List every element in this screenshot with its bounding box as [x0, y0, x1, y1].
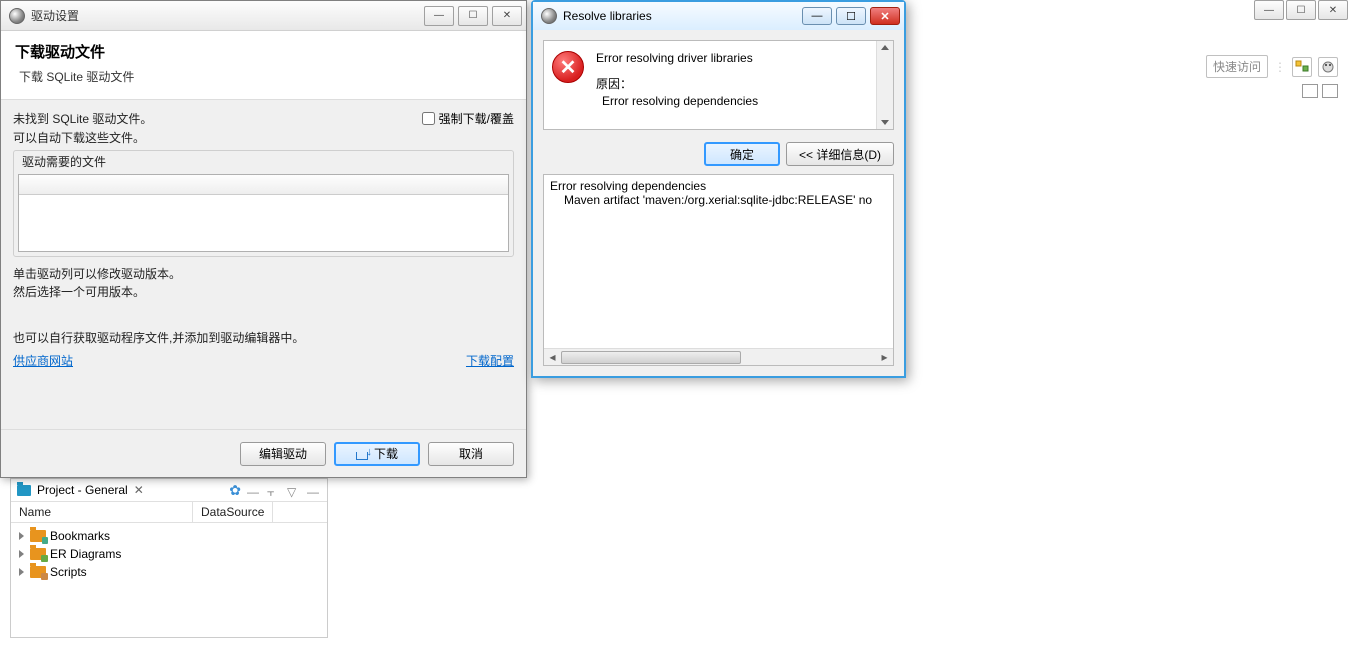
quick-access-field[interactable]: 快速访问: [1206, 55, 1268, 78]
expand-icon[interactable]: [19, 532, 24, 540]
can-auto-label: 可以自动下载这些文件。: [13, 129, 514, 146]
driver-dialog-titlebar[interactable]: 驱动设置 — ☐ ✕: [1, 1, 526, 31]
panel-minimize-icon[interactable]: —: [307, 485, 321, 495]
bg-close-button[interactable]: ✕: [1318, 0, 1348, 20]
dialog-footer: 编辑驱动 下载 取消: [1, 429, 526, 477]
folder-icon: [30, 566, 46, 578]
editor-maximize-icon[interactable]: [1322, 84, 1338, 98]
maximize-button[interactable]: ☐: [836, 7, 866, 25]
tab-close-icon[interactable]: ✕: [134, 483, 144, 497]
expand-icon[interactable]: [19, 568, 24, 576]
cancel-button[interactable]: 取消: [428, 442, 514, 466]
gear-icon[interactable]: ✿: [229, 482, 241, 499]
error-icon: ✕: [552, 51, 584, 83]
required-files-list[interactable]: [18, 174, 509, 252]
vendor-site-link[interactable]: 供应商网站: [13, 352, 73, 369]
details-line: Maven artifact 'maven:/org.xerial:sqlite…: [550, 193, 887, 207]
project-columns-header: Name DataSource: [11, 501, 327, 523]
reason-label: 原因：: [596, 75, 867, 92]
not-found-label: 未找到 SQLite 驱动文件。: [13, 110, 152, 127]
editor-minimize-icon[interactable]: [1302, 84, 1318, 98]
scroll-left-icon[interactable]: ◂: [544, 349, 561, 365]
folder-icon: [30, 530, 46, 542]
download-config-link[interactable]: 下载配置: [466, 352, 514, 369]
download-icon: [356, 448, 370, 460]
hint-text: 单击驱动列可以修改驱动版本。 然后选择一个可用版本。: [13, 265, 514, 301]
tree-item-label: Scripts: [50, 565, 87, 579]
close-button[interactable]: ✕: [870, 7, 900, 25]
panel-action-icon-1[interactable]: —: [247, 485, 261, 495]
driver-dialog-title: 驱动设置: [31, 7, 422, 24]
column-datasource[interactable]: DataSource: [193, 502, 273, 522]
force-download-label: 强制下载/覆盖: [439, 110, 514, 127]
panel-action-icon-2[interactable]: ⫟: [267, 485, 281, 495]
project-tab-label: Project - General: [37, 483, 128, 497]
error-title: Error resolving driver libraries: [596, 51, 867, 65]
tree-item-label: Bookmarks: [50, 529, 110, 543]
horizontal-scrollbar[interactable]: ◂ ▸: [544, 348, 893, 365]
minimize-button[interactable]: —: [424, 6, 454, 26]
dialog-header: 下载驱动文件 下载 SQLite 驱动文件: [1, 31, 526, 100]
column-name[interactable]: Name: [11, 502, 193, 522]
app-icon: [9, 8, 25, 24]
tree-item[interactable]: ER Diagrams: [15, 545, 323, 563]
force-download-checkbox-input[interactable]: [422, 112, 435, 125]
tree-item[interactable]: Scripts: [15, 563, 323, 581]
bg-minimize-button[interactable]: —: [1254, 0, 1284, 20]
expand-icon[interactable]: [19, 550, 24, 558]
scroll-right-icon[interactable]: ▸: [876, 349, 893, 365]
header-title: 下载驱动文件: [15, 41, 512, 62]
app-icon: [541, 8, 557, 24]
hint-text-2: 也可以自行获取驱动程序文件,并添加到驱动编辑器中。: [13, 329, 514, 346]
download-button[interactable]: 下载: [334, 442, 420, 466]
folder-icon: [30, 548, 46, 560]
details-line: Error resolving dependencies: [550, 179, 887, 193]
folder-icon: [17, 485, 31, 496]
toolbar-right: 快速访问 ⋮: [1206, 55, 1338, 78]
project-tree: Bookmarks ER Diagrams Scripts: [11, 523, 327, 585]
header-subtitle: 下载 SQLite 驱动文件: [15, 68, 512, 85]
minimize-button[interactable]: —: [802, 7, 832, 25]
project-tab[interactable]: Project - General ✕ ✿ — ⫟ ▽ —: [11, 479, 327, 501]
required-files-group: 驱动需要的文件: [13, 150, 514, 257]
details-button[interactable]: << 详细信息(D): [786, 142, 894, 166]
close-button[interactable]: ✕: [492, 6, 522, 26]
panel-action-icon-3[interactable]: ▽: [287, 485, 301, 495]
perspective-icon-1[interactable]: [1292, 57, 1312, 77]
tree-item-label: ER Diagrams: [50, 547, 121, 561]
edit-driver-button[interactable]: 编辑驱动: [240, 442, 326, 466]
resolve-dialog-title: Resolve libraries: [563, 9, 800, 23]
ok-button[interactable]: 确定: [704, 142, 780, 166]
maximize-button[interactable]: ☐: [458, 6, 488, 26]
scroll-thumb[interactable]: [561, 351, 741, 364]
resolve-libraries-dialog: Resolve libraries — ☐ ✕ ✕ Error resolvin…: [531, 0, 906, 378]
resolve-dialog-titlebar[interactable]: Resolve libraries — ☐ ✕: [533, 2, 904, 30]
vertical-scrollbar[interactable]: [876, 41, 893, 129]
project-panel: Project - General ✕ ✿ — ⫟ ▽ — Name DataS…: [10, 478, 328, 638]
tree-item[interactable]: Bookmarks: [15, 527, 323, 545]
driver-settings-dialog: 驱动设置 — ☐ ✕ 下载驱动文件 下载 SQLite 驱动文件 未找到 SQL…: [0, 0, 527, 478]
bg-maximize-button[interactable]: ☐: [1286, 0, 1316, 20]
details-textbox[interactable]: Error resolving dependencies Maven artif…: [543, 174, 894, 366]
reason-text: Error resolving dependencies: [596, 94, 867, 108]
group-title: 驱动需要的文件: [18, 153, 110, 170]
force-download-checkbox[interactable]: 强制下载/覆盖: [422, 110, 514, 127]
error-message-box: ✕ Error resolving driver libraries 原因： E…: [543, 40, 894, 130]
perspective-icon-2[interactable]: [1318, 57, 1338, 77]
